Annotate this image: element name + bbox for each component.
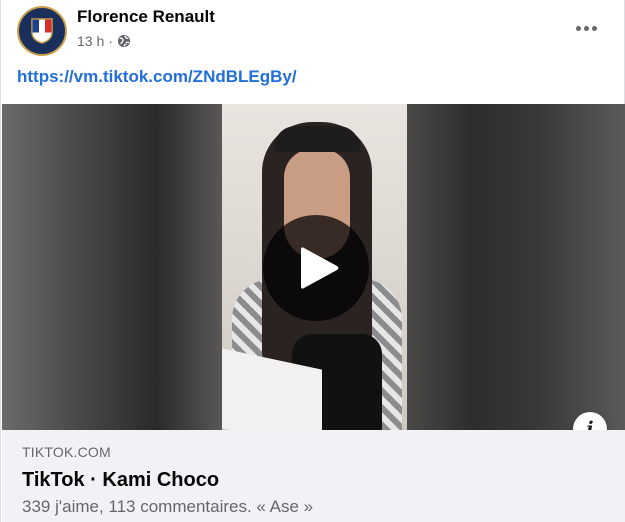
post-time[interactable]: 13 h <box>77 33 104 49</box>
more-dot <box>591 25 597 31</box>
coat-of-arms-icon <box>31 18 53 44</box>
video-preview[interactable] <box>2 104 625 430</box>
frame-headband <box>274 126 360 152</box>
more-options-button[interactable] <box>572 16 600 40</box>
more-dot <box>583 25 589 31</box>
preview-domain: TIKTOK.COM <box>22 444 111 460</box>
play-button[interactable] <box>263 215 369 321</box>
preview-title: TikTok · Kami Choco <box>22 469 220 491</box>
author-name[interactable]: Florence Renault <box>77 7 215 27</box>
more-dot <box>575 25 581 31</box>
play-icon <box>301 247 339 289</box>
link-preview[interactable]: TIKTOK.COM TikTok · Kami Choco 339 j'aim… <box>2 430 625 522</box>
meta-separator: · <box>108 33 113 49</box>
facebook-post: Florence Renault 13 h · https://vm.tikto… <box>0 0 625 522</box>
globe-icon[interactable] <box>117 34 131 48</box>
blurred-background-left <box>2 104 222 430</box>
avatar[interactable] <box>17 6 67 56</box>
post-link[interactable]: https://vm.tiktok.com/ZNdBLEgBy/ <box>17 67 297 87</box>
preview-description: 339 j'aime, 113 commentaires. « Ase » <box>22 497 314 516</box>
blurred-background-right <box>407 104 625 430</box>
post-meta: 13 h · <box>77 33 131 49</box>
